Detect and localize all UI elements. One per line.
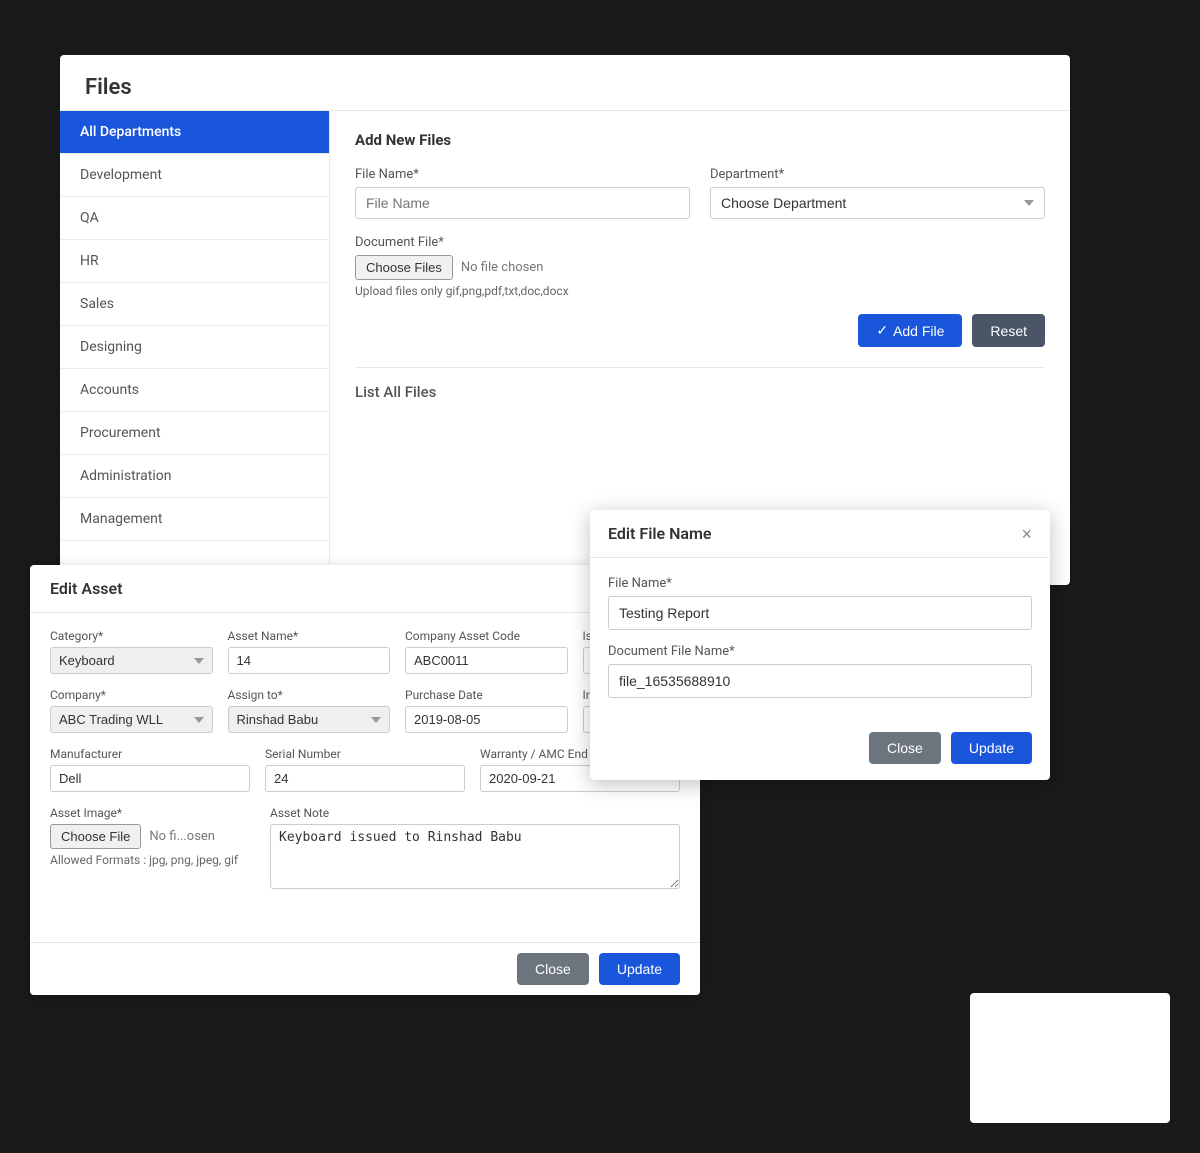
- category-group: Category* Keyboard: [50, 629, 213, 674]
- checkmark-icon: ✓: [876, 322, 888, 339]
- purchase-date-input[interactable]: [405, 706, 568, 733]
- file-input-wrapper: Choose Files No file chosen: [355, 255, 1045, 280]
- sidebar-item-administration[interactable]: Administration: [60, 455, 329, 498]
- company-asset-code-label: Company Asset Code: [405, 629, 568, 643]
- department-label: Department*: [710, 167, 1045, 182]
- serial-number-input[interactable]: [265, 765, 465, 792]
- modal-body: File Name* Document File Name*: [590, 558, 1050, 722]
- serial-number-group: Serial Number: [265, 747, 465, 792]
- asset-name-label: Asset Name*: [228, 629, 391, 643]
- serial-number-label: Serial Number: [265, 747, 465, 761]
- modal-update-button[interactable]: Update: [951, 732, 1032, 764]
- choose-files-button[interactable]: Choose Files: [355, 255, 453, 280]
- asset-row-1: Category* Keyboard Asset Name* Company A…: [50, 629, 680, 674]
- asset-form-actions: Close Update: [30, 942, 700, 995]
- sidebar-item-qa[interactable]: QA: [60, 197, 329, 240]
- purchase-date-label: Purchase Date: [405, 688, 568, 702]
- department-group: Department* Choose Department: [710, 167, 1045, 219]
- sidebar-item-all-departments[interactable]: All Departments: [60, 111, 329, 154]
- company-asset-code-group: Company Asset Code: [405, 629, 568, 674]
- asset-image-label: Asset Image*: [50, 806, 255, 820]
- sidebar: All Departments Development QA HR Sales …: [60, 111, 330, 585]
- file-name-label: File Name*: [355, 167, 690, 182]
- sidebar-item-designing[interactable]: Designing: [60, 326, 329, 369]
- bottom-right-patch: [970, 993, 1170, 1123]
- modal-title: Edit File Name: [608, 524, 712, 543]
- list-all-section-title: List All Files: [355, 367, 1045, 401]
- asset-file-input-wrapper: Choose File No fi...osen: [50, 824, 255, 849]
- asset-no-file-text: No fi...osen: [149, 829, 215, 844]
- sidebar-item-management[interactable]: Management: [60, 498, 329, 541]
- sidebar-item-hr[interactable]: HR: [60, 240, 329, 283]
- modal-doc-file-name-group: Document File Name*: [608, 644, 1032, 698]
- files-panel: Files All Departments Development QA HR …: [60, 55, 1070, 585]
- assign-to-group: Assign to* Rinshad Babu: [228, 688, 391, 733]
- asset-note-group: Asset Note: [270, 806, 680, 889]
- asset-image-group: Asset Image* Choose File No fi...osen Al…: [50, 806, 255, 889]
- asset-name-input[interactable]: [228, 647, 391, 674]
- edit-filename-modal: Edit File Name × File Name* Document Fil…: [590, 510, 1050, 780]
- modal-header: Edit File Name ×: [590, 510, 1050, 558]
- category-select[interactable]: Keyboard: [50, 647, 213, 674]
- file-name-department-row: File Name* Department* Choose Department: [355, 167, 1045, 219]
- assign-to-label: Assign to*: [228, 688, 391, 702]
- add-file-button[interactable]: ✓ Add File: [858, 314, 962, 347]
- asset-note-label: Asset Note: [270, 806, 680, 820]
- choose-file-button[interactable]: Choose File: [50, 824, 141, 849]
- files-header: Files: [60, 55, 1070, 111]
- manufacturer-label: Manufacturer: [50, 747, 250, 761]
- modal-file-name-input[interactable]: [608, 596, 1032, 630]
- manufacturer-group: Manufacturer: [50, 747, 250, 792]
- modal-doc-file-name-input[interactable]: [608, 664, 1032, 698]
- no-file-chosen-text: No file chosen: [461, 260, 544, 275]
- allowed-formats-text: Allowed Formats : jpg, png, jpeg, gif: [50, 853, 255, 867]
- file-hint-text: Upload files only gif,png,pdf,txt,doc,do…: [355, 284, 1045, 298]
- modal-footer: Close Update: [590, 722, 1050, 780]
- page-title: Files: [85, 75, 1045, 100]
- edit-asset-title: Edit Asset: [50, 579, 680, 598]
- asset-row-4: Asset Image* Choose File No fi...osen Al…: [50, 806, 680, 889]
- department-select[interactable]: Choose Department: [710, 187, 1045, 219]
- asset-row-2: Company* ABC Trading WLL Assign to* Rins…: [50, 688, 680, 733]
- purchase-date-group: Purchase Date: [405, 688, 568, 733]
- category-label: Category*: [50, 629, 213, 643]
- asset-row-3: Manufacturer Serial Number Warranty / AM…: [50, 747, 680, 792]
- company-select[interactable]: ABC Trading WLL: [50, 706, 213, 733]
- file-name-input[interactable]: [355, 187, 690, 219]
- sidebar-item-sales[interactable]: Sales: [60, 283, 329, 326]
- document-file-label: Document File*: [355, 235, 1045, 250]
- file-name-group: File Name*: [355, 167, 690, 219]
- sidebar-item-procurement[interactable]: Procurement: [60, 412, 329, 455]
- manufacturer-input[interactable]: [50, 765, 250, 792]
- modal-close-action-button[interactable]: Close: [869, 732, 941, 764]
- form-actions: ✓ Add File Reset: [355, 314, 1045, 347]
- company-asset-code-input[interactable]: [405, 647, 568, 674]
- company-group: Company* ABC Trading WLL: [50, 688, 213, 733]
- sidebar-item-accounts[interactable]: Accounts: [60, 369, 329, 412]
- asset-note-textarea[interactable]: [270, 824, 680, 889]
- reset-button[interactable]: Reset: [972, 314, 1045, 347]
- asset-update-button[interactable]: Update: [599, 953, 680, 985]
- sidebar-item-development[interactable]: Development: [60, 154, 329, 197]
- modal-close-button[interactable]: ×: [1021, 525, 1032, 543]
- company-label: Company*: [50, 688, 213, 702]
- add-new-section-title: Add New Files: [355, 131, 1045, 149]
- asset-close-button[interactable]: Close: [517, 953, 589, 985]
- modal-doc-file-name-label: Document File Name*: [608, 644, 1032, 659]
- asset-name-group: Asset Name*: [228, 629, 391, 674]
- modal-file-name-group: File Name*: [608, 576, 1032, 630]
- modal-file-name-label: File Name*: [608, 576, 1032, 591]
- document-file-section: Document File* Choose Files No file chos…: [355, 235, 1045, 298]
- assign-to-select[interactable]: Rinshad Babu: [228, 706, 391, 733]
